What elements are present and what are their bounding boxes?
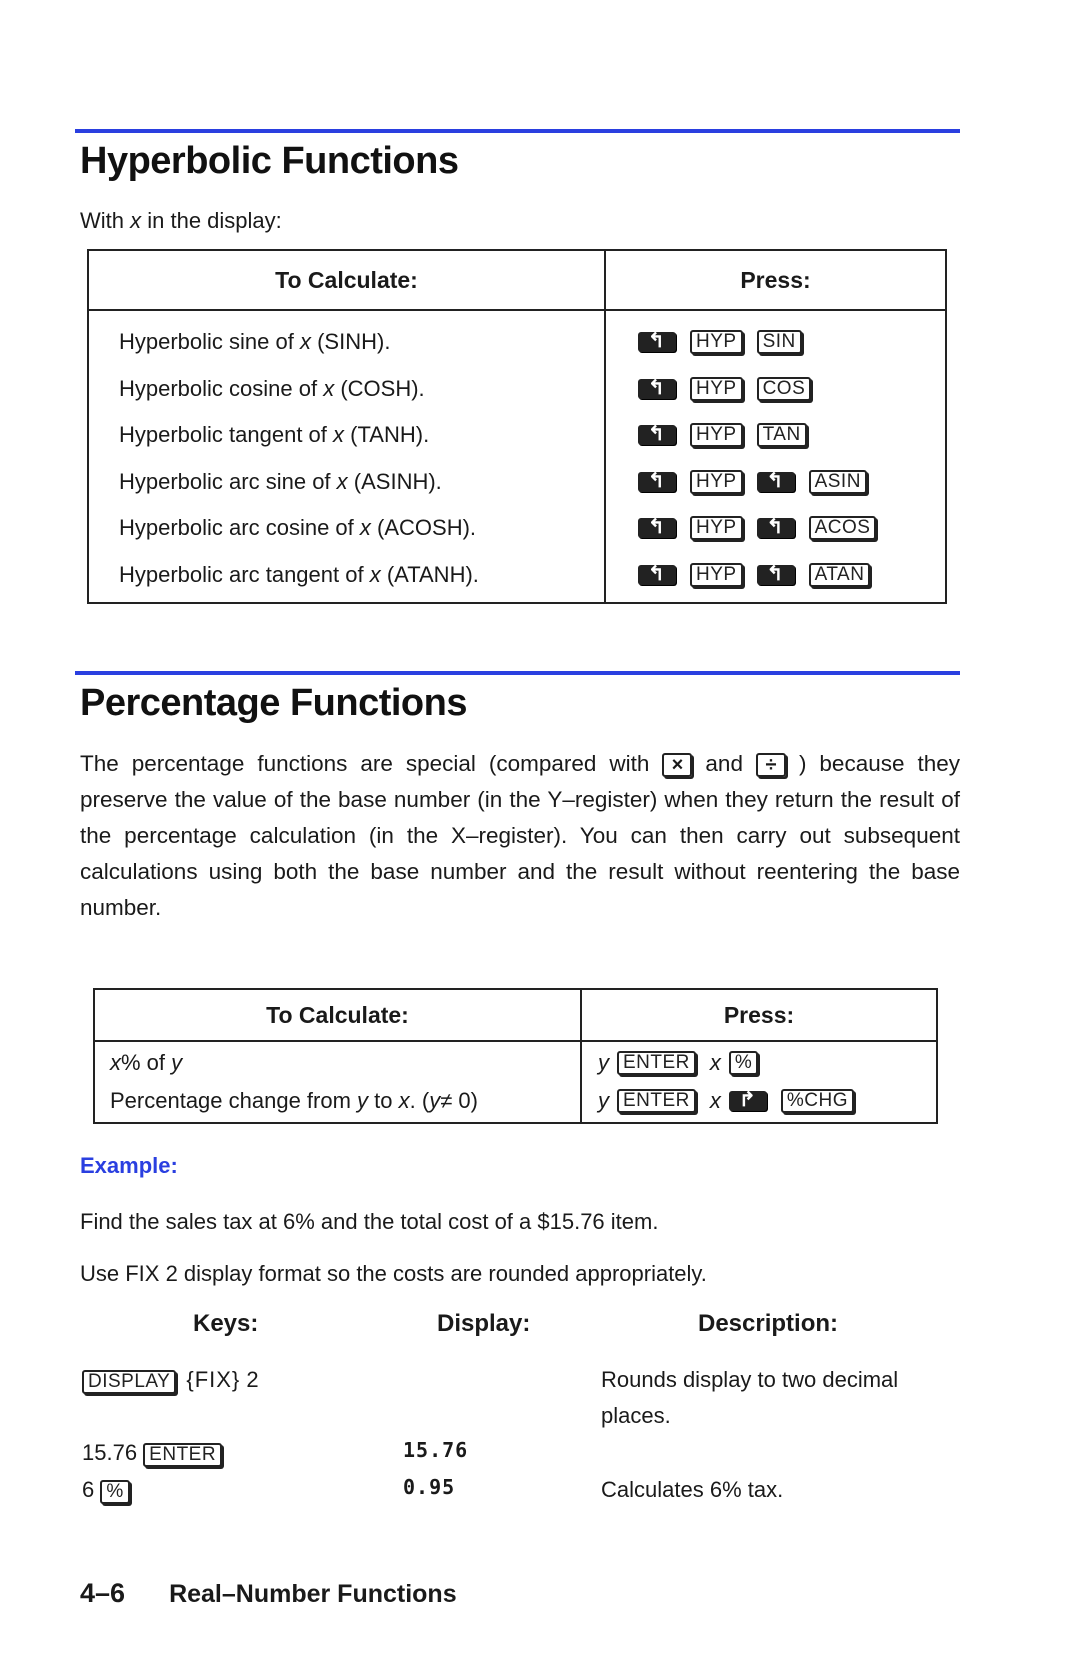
enter-key: ENTER — [143, 1443, 223, 1467]
hyperbolic-row-description: Hyperbolic arc cosine of x (ACOSH). — [119, 515, 477, 541]
header-keys: Keys: — [193, 1310, 259, 1337]
header-description: Description: — [698, 1310, 839, 1337]
row-x-percent-of-y: x% of y — [110, 1050, 183, 1075]
step-2-display: 15.76 — [403, 1438, 469, 1462]
page-footer: 4–6 Real–Number Functions — [80, 1578, 457, 1609]
hyperbolic-row-keystrokes: HYP COS — [638, 366, 945, 413]
col-header-to-calculate: To Calculate: — [87, 249, 606, 311]
hyperbolic-descriptions: Hyperbolic sine of x (SINH). Hyperbolic c… — [87, 310, 606, 604]
hyperbolic-row-keystrokes: HYP ATAN — [638, 552, 945, 599]
left-shift-key-icon — [756, 561, 795, 586]
cos-key: COS — [756, 376, 812, 401]
divide-key-icon: ÷ — [755, 753, 786, 778]
heading-hyperbolic-functions: Hyperbolic Functions — [80, 140, 459, 182]
enter-key: ENTER — [617, 1089, 696, 1113]
col-header-press: Press: — [604, 249, 947, 311]
hyperbolic-intro: With x in the display: — [80, 208, 282, 233]
hyperbolic-row-description: Hyperbolic arc sine of x (ASINH). — [119, 468, 442, 494]
left-shift-key-icon — [756, 468, 795, 493]
step-1-description: Rounds display to two decimal places. — [601, 1367, 899, 1428]
example-line-1: Find the sales tax at 6% and the total c… — [80, 1209, 659, 1234]
left-shift-key-icon — [638, 468, 676, 493]
atan-key: ATAN — [808, 562, 871, 587]
right-shift-key-icon — [728, 1087, 767, 1112]
col-header-to-calculate: To Calculate: — [93, 988, 582, 1042]
acos-key: ACOS — [808, 516, 877, 541]
enter-key: ENTER — [617, 1051, 696, 1075]
asin-key: ASIN — [808, 469, 867, 494]
percent-change-key: %CHG — [780, 1089, 855, 1113]
hyperbolic-row-keystrokes: HYP TAN — [638, 412, 945, 459]
hyperbolic-table: To Calculate: Press: Hyperbolic sine of … — [87, 249, 947, 604]
left-shift-key-icon — [638, 375, 676, 400]
col-header-press: Press: — [580, 988, 938, 1042]
header-display: Display: — [437, 1310, 531, 1337]
multiply-key-icon: × — [662, 753, 693, 778]
press-x-percent-of-y: y ENTER x % — [598, 1044, 936, 1082]
page-number: 4–6 — [80, 1578, 126, 1608]
left-shift-key-icon — [638, 421, 676, 446]
hyperbolic-keystrokes: HYP SIN HYP COS HYP TAN HYP ASIN HYP ACOS HYP ATAN — [604, 310, 947, 604]
press-percentage-change: y ENTER x %CHG — [598, 1082, 936, 1120]
example-line-2: Use FIX 2 display format so the costs ar… — [80, 1261, 707, 1286]
tan-key: TAN — [756, 423, 807, 448]
percentage-paragraph: The percentage functions are special (co… — [80, 751, 967, 920]
hyperbolic-row-keystrokes: HYP ASIN — [638, 459, 945, 506]
left-shift-key-icon — [638, 561, 676, 586]
percentage-table: To Calculate: Press: x% of y Percentage … — [93, 988, 938, 1124]
step-2-keys: 15.76 ENTER — [82, 1435, 236, 1471]
hyp-key: HYP — [690, 376, 743, 401]
hyperbolic-row-keystrokes: HYP SIN — [638, 319, 945, 366]
hyp-key: HYP — [690, 423, 743, 448]
hyperbolic-row-description: Hyperbolic cosine of x (COSH). — [119, 375, 425, 401]
hyperbolic-row-description: Hyperbolic tangent of x (TANH). — [119, 422, 430, 448]
left-shift-key-icon — [638, 328, 676, 353]
hyp-key: HYP — [690, 516, 743, 541]
percent-key: % — [100, 1480, 130, 1504]
left-shift-key-icon — [638, 514, 676, 539]
hyperbolic-row-description: Hyperbolic sine of x (SINH). — [119, 329, 391, 355]
sin-key: SIN — [756, 330, 802, 355]
section-rule-hyperbolic — [75, 129, 960, 133]
row-percentage-change: Percentage change from y to x. (y ≠ 0) — [110, 1088, 478, 1113]
hyp-key: HYP — [690, 330, 743, 355]
heading-percentage-functions: Percentage Functions — [80, 682, 467, 724]
step-3-description: Calculates 6% tax. — [601, 1477, 784, 1502]
step-3-keys: 6 % — [82, 1472, 144, 1508]
chapter-title: Real–Number Functions — [169, 1580, 457, 1608]
section-rule-percentage — [75, 671, 960, 675]
left-shift-key-icon — [756, 514, 795, 539]
hyp-key: HYP — [690, 469, 743, 494]
fix-menu-key: {FIX} — [186, 1367, 241, 1392]
step-3-display: 0.95 — [403, 1475, 456, 1499]
percent-key: % — [728, 1051, 759, 1075]
step-1-keys: DISPLAY {FIX} 2 — [82, 1362, 259, 1398]
hyperbolic-row-description: Hyperbolic arc tangent of x (ATANH). — [119, 561, 479, 587]
hyperbolic-row-keystrokes: HYP ACOS — [638, 505, 945, 552]
hyp-key: HYP — [690, 562, 743, 587]
example-label: Example: — [80, 1153, 178, 1178]
display-key: DISPLAY — [82, 1370, 177, 1394]
